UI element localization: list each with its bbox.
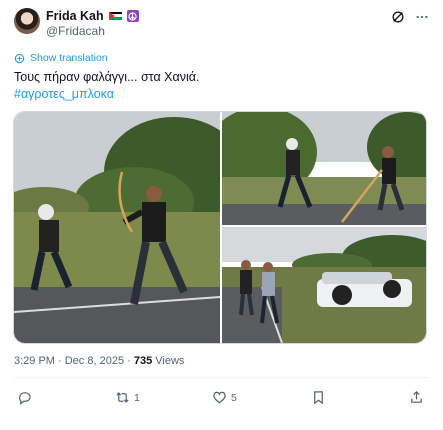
palestine-flag-icon — [108, 11, 122, 21]
author-handle[interactable]: @Fridacah — [46, 24, 105, 38]
heart-icon — [213, 391, 226, 404]
photo-3[interactable] — [222, 227, 426, 343]
bookmark-button[interactable] — [311, 390, 326, 405]
retweet-button[interactable]: 1 — [115, 390, 140, 405]
action-bar: 1 5 — [0, 390, 443, 408]
hashtag-link[interactable]: #αγροτες_μπλοκα — [14, 86, 114, 103]
translate-icon — [14, 53, 25, 63]
reply-button[interactable] — [17, 390, 36, 405]
tweet-card: Frida Kah @Fridacah Show translation Του… — [0, 0, 443, 430]
avatar[interactable] — [14, 8, 40, 34]
bookmark-icon — [314, 391, 323, 405]
author-name-row: Frida Kah — [46, 9, 139, 23]
show-translation-label[interactable]: Show translation — [30, 52, 108, 64]
retweet-icon — [116, 392, 129, 403]
show-translation-link[interactable]: Show translation — [14, 52, 108, 64]
photo-2[interactable] — [222, 112, 426, 225]
share-icon — [411, 391, 422, 403]
views-label: Views — [152, 355, 185, 367]
more-dots-icon[interactable] — [415, 10, 429, 24]
timestamp[interactable]: 3:29 PM · Dec 8, 2025 · — [14, 355, 134, 367]
like-button[interactable]: 5 — [212, 390, 237, 405]
retweet-count: 1 — [134, 391, 140, 404]
grok-icon[interactable] — [391, 10, 405, 24]
views-count: 735 — [133, 355, 153, 367]
photo-1[interactable] — [14, 112, 220, 343]
peace-symbol-icon — [126, 10, 139, 22]
like-count: 5 — [231, 391, 237, 404]
reply-icon — [18, 392, 31, 405]
media-grid — [13, 111, 427, 344]
author-display-name[interactable]: Frida Kah — [46, 9, 104, 23]
divider — [14, 377, 429, 378]
tweet-text: Τους πήραν φαλάγγι... στα Χανιά. — [14, 70, 200, 84]
tweet-meta: 3:29 PM · Dec 8, 2025 · 735 Views — [14, 355, 184, 367]
share-button[interactable] — [409, 390, 424, 405]
